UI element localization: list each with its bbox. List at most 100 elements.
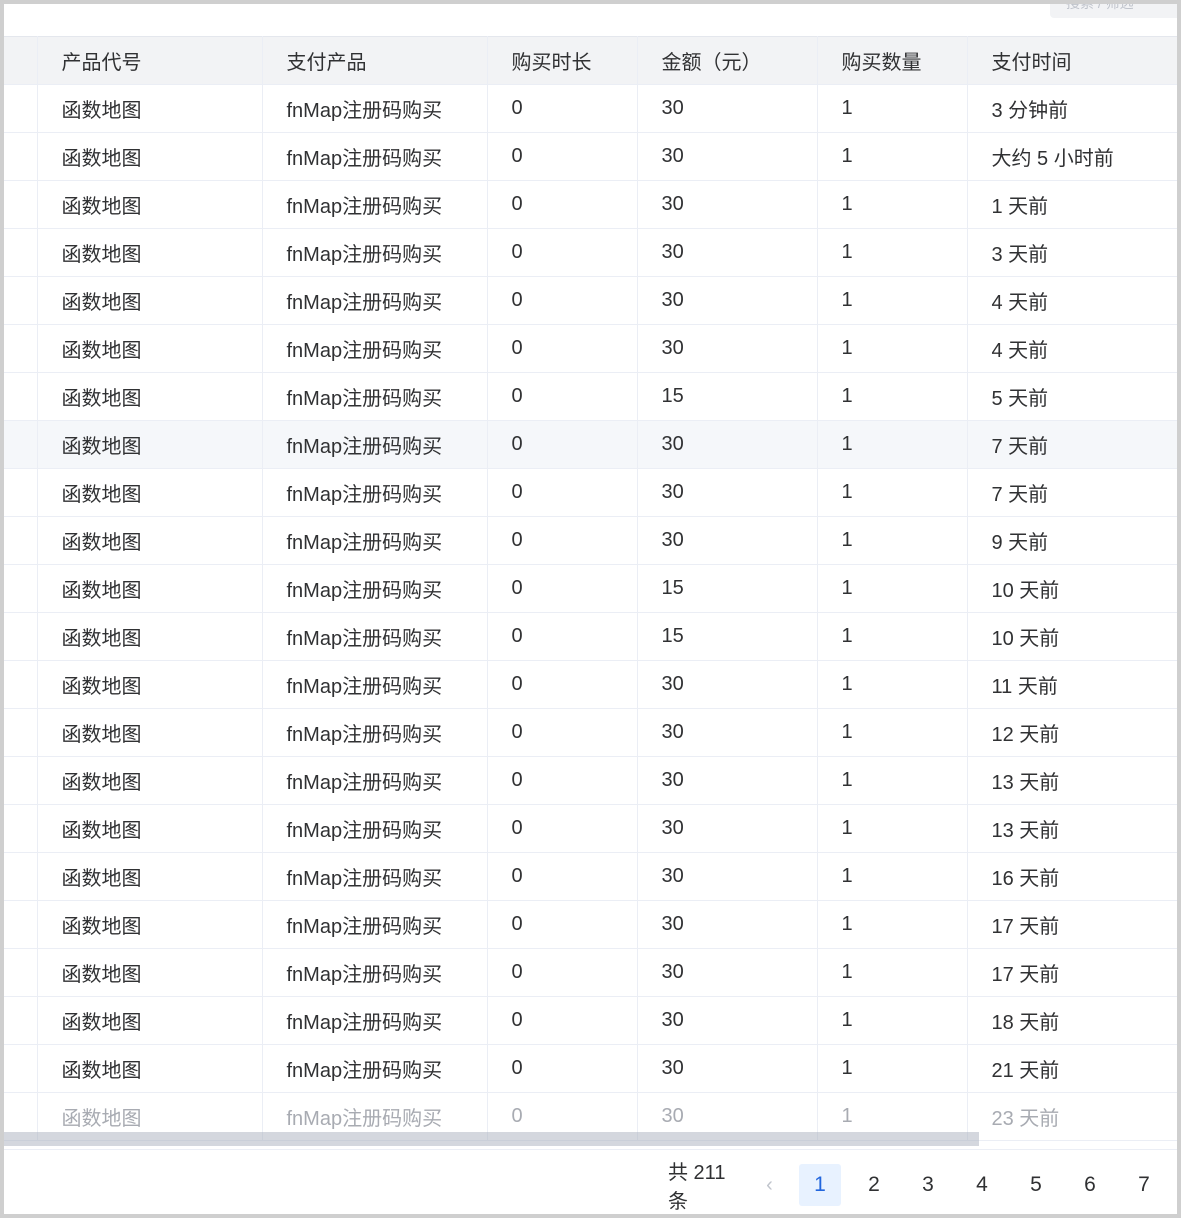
table-row[interactable]: 函数地图 fnMap注册码购买 0 30 1 13 天前 xyxy=(4,756,1177,805)
cell-pay-time: 4 天前 xyxy=(967,324,1177,373)
table-row[interactable]: 函数地图 fnMap注册码购买 0 30 1 4 天前 xyxy=(4,324,1177,373)
header-selection-col xyxy=(4,36,38,85)
table-row[interactable]: 函数地图 fnMap注册码购买 0 15 1 10 天前 xyxy=(4,564,1177,613)
cell-product-code: 函数地图 xyxy=(37,948,263,997)
page-button-5[interactable]: 5 xyxy=(1015,1164,1057,1206)
table-row[interactable]: 函数地图 fnMap注册码购买 0 30 1 12 天前 xyxy=(4,708,1177,757)
page-button-4[interactable]: 4 xyxy=(961,1164,1003,1206)
cell-duration: 0 xyxy=(487,180,638,229)
cell-amount: 30 xyxy=(637,84,818,133)
cell-product-code: 函数地图 xyxy=(37,420,263,469)
table-row[interactable]: 函数地图 fnMap注册码购买 0 30 1 3 天前 xyxy=(4,228,1177,277)
cell-quantity: 1 xyxy=(817,180,968,229)
cell-product-code: 函数地图 xyxy=(37,180,263,229)
chevron-left-icon[interactable]: ‹ xyxy=(756,1174,783,1197)
row-selection-cell xyxy=(4,132,38,181)
cell-quantity: 1 xyxy=(817,516,968,565)
page-button-3[interactable]: 3 xyxy=(907,1164,949,1206)
cell-pay-time: 18 天前 xyxy=(967,996,1177,1045)
row-selection-cell xyxy=(4,372,38,421)
window-frame: 搜索 / 筛选 产品代号 支付产品 购买时长 金额（元） 购买数量 支付时间 函… xyxy=(4,4,1177,1214)
cell-pay-time: 13 天前 xyxy=(967,756,1177,805)
cell-product-code: 函数地图 xyxy=(37,228,263,277)
cell-pay-product: fnMap注册码购买 xyxy=(262,516,488,565)
table-row[interactable]: 函数地图 fnMap注册码购买 0 30 1 1 天前 xyxy=(4,180,1177,229)
cell-quantity: 1 xyxy=(817,324,968,373)
table-row[interactable]: 函数地图 fnMap注册码购买 0 30 1 9 天前 xyxy=(4,516,1177,565)
cell-quantity: 1 xyxy=(817,420,968,469)
row-selection-cell xyxy=(4,612,38,661)
table-row[interactable]: 函数地图 fnMap注册码购买 0 30 1 17 天前 xyxy=(4,948,1177,997)
cell-quantity: 1 xyxy=(817,612,968,661)
cell-product-code: 函数地图 xyxy=(37,372,263,421)
row-selection-cell xyxy=(4,996,38,1045)
cell-pay-product: fnMap注册码购买 xyxy=(262,228,488,277)
cell-duration: 0 xyxy=(487,564,638,613)
table-row[interactable]: 函数地图 fnMap注册码购买 0 30 1 21 天前 xyxy=(4,1044,1177,1093)
cell-duration: 0 xyxy=(487,996,638,1045)
table-row[interactable]: 函数地图 fnMap注册码购买 0 30 1 大约 5 小时前 xyxy=(4,132,1177,181)
cell-product-code: 函数地图 xyxy=(37,612,263,661)
table-row[interactable]: 函数地图 fnMap注册码购买 0 30 1 18 天前 xyxy=(4,996,1177,1045)
cell-product-code: 函数地图 xyxy=(37,468,263,517)
cell-amount: 30 xyxy=(637,708,818,757)
header-pay-time[interactable]: 支付时间 xyxy=(967,36,1177,85)
header-amount[interactable]: 金额（元） xyxy=(637,36,818,85)
cell-pay-product: fnMap注册码购买 xyxy=(262,1044,488,1093)
cell-product-code: 函数地图 xyxy=(37,564,263,613)
cell-pay-product: fnMap注册码购买 xyxy=(262,564,488,613)
cell-quantity: 1 xyxy=(817,468,968,517)
header-quantity[interactable]: 购买数量 xyxy=(817,36,968,85)
table-row[interactable]: 函数地图 fnMap注册码购买 0 30 1 16 天前 xyxy=(4,852,1177,901)
cell-pay-time: 1 天前 xyxy=(967,180,1177,229)
horizontal-scrollbar[interactable] xyxy=(4,1132,979,1146)
table-row[interactable]: 函数地图 fnMap注册码购买 0 30 1 17 天前 xyxy=(4,900,1177,949)
cell-amount: 30 xyxy=(637,516,818,565)
cell-product-code: 函数地图 xyxy=(37,708,263,757)
cell-pay-product: fnMap注册码购买 xyxy=(262,132,488,181)
cell-quantity: 1 xyxy=(817,276,968,325)
cell-quantity: 1 xyxy=(817,996,968,1045)
cell-amount: 30 xyxy=(637,276,818,325)
cell-product-code: 函数地图 xyxy=(37,804,263,853)
header-product-code[interactable]: 产品代号 xyxy=(37,36,263,85)
cell-pay-product: fnMap注册码购买 xyxy=(262,468,488,517)
cell-pay-time: 17 天前 xyxy=(967,948,1177,997)
cell-pay-product: fnMap注册码购买 xyxy=(262,996,488,1045)
cell-product-code: 函数地图 xyxy=(37,852,263,901)
page-button-1[interactable]: 1 xyxy=(799,1164,841,1206)
page-button-7[interactable]: 7 xyxy=(1123,1164,1165,1206)
page-button-2[interactable]: 2 xyxy=(853,1164,895,1206)
table-row[interactable]: 函数地图 fnMap注册码购买 0 30 1 13 天前 xyxy=(4,804,1177,853)
table-row[interactable]: 函数地图 fnMap注册码购买 0 30 1 3 分钟前 xyxy=(4,84,1177,133)
top-toolbar-chip[interactable]: 搜索 / 筛选 xyxy=(1050,4,1177,18)
cell-pay-time: 9 天前 xyxy=(967,516,1177,565)
cell-pay-time: 11 天前 xyxy=(967,660,1177,709)
cell-product-code: 函数地图 xyxy=(37,324,263,373)
payments-table: 产品代号 支付产品 购买时长 金额（元） 购买数量 支付时间 函数地图 fnMap… xyxy=(4,36,1177,1141)
cell-amount: 30 xyxy=(637,996,818,1045)
cell-amount: 15 xyxy=(637,564,818,613)
cell-pay-time: 23 天前 xyxy=(967,1092,1177,1141)
cell-duration: 0 xyxy=(487,708,638,757)
cell-product-code: 函数地图 xyxy=(37,900,263,949)
cell-duration: 0 xyxy=(487,276,638,325)
row-selection-cell xyxy=(4,228,38,277)
page-button-6[interactable]: 6 xyxy=(1069,1164,1111,1206)
table-row[interactable]: 函数地图 fnMap注册码购买 0 30 1 4 天前 xyxy=(4,276,1177,325)
cell-quantity: 1 xyxy=(817,708,968,757)
table-row[interactable]: 函数地图 fnMap注册码购买 0 30 1 7 天前 xyxy=(4,468,1177,517)
row-selection-cell xyxy=(4,948,38,997)
table-row[interactable]: 函数地图 fnMap注册码购买 0 15 1 10 天前 xyxy=(4,612,1177,661)
cell-pay-product: fnMap注册码购买 xyxy=(262,372,488,421)
cell-pay-time: 13 天前 xyxy=(967,804,1177,853)
table-row[interactable]: 函数地图 fnMap注册码购买 0 15 1 5 天前 xyxy=(4,372,1177,421)
top-toolbar-chip-label: 搜索 / 筛选 xyxy=(1066,4,1134,11)
header-duration[interactable]: 购买时长 xyxy=(487,36,638,85)
table-row[interactable]: 函数地图 fnMap注册码购买 0 30 1 7 天前 xyxy=(4,420,1177,469)
header-pay-product[interactable]: 支付产品 xyxy=(262,36,488,85)
cell-pay-time: 17 天前 xyxy=(967,900,1177,949)
row-selection-cell xyxy=(4,756,38,805)
cell-duration: 0 xyxy=(487,468,638,517)
table-row[interactable]: 函数地图 fnMap注册码购买 0 30 1 11 天前 xyxy=(4,660,1177,709)
